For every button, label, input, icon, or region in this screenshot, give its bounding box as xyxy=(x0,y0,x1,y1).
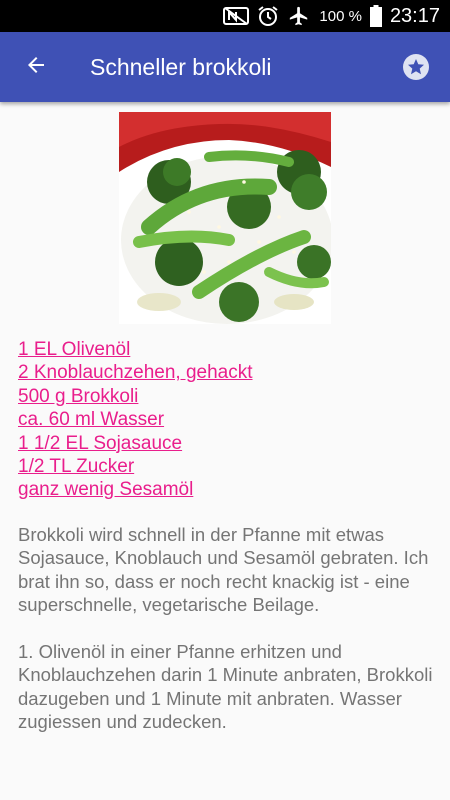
ingredient-link[interactable]: 1 EL Olivenöl xyxy=(18,339,130,360)
recipe-content: 1 EL Olivenöl 2 Knoblauchzehen, gehackt … xyxy=(0,102,450,800)
ingredient-link[interactable]: 1 1/2 EL Sojasauce xyxy=(18,433,182,454)
ingredient-link[interactable]: 500 g Brokkoli xyxy=(18,386,138,407)
alarm-icon xyxy=(257,5,279,27)
ingredient-link[interactable]: ganz wenig Sesamöl xyxy=(18,479,193,500)
recipe-step: 1. Olivenöl in einer Pfanne erhitzen und… xyxy=(18,641,433,733)
clock: 23:17 xyxy=(389,4,440,27)
battery-percent: 100 % xyxy=(319,7,362,25)
list-item: 1/2 TL Zucker xyxy=(18,455,253,478)
status-bar: 100 % 23:17 xyxy=(0,0,450,32)
page-title: Schneller brokkoli xyxy=(90,54,272,80)
ingredient-link[interactable]: ca. 60 ml Wasser xyxy=(18,409,164,430)
favorite-button[interactable] xyxy=(400,51,432,83)
app-bar: Schneller brokkoli xyxy=(0,32,450,102)
list-item: 500 g Brokkoli xyxy=(18,385,253,408)
arrow-left-icon xyxy=(24,53,48,82)
battery-icon xyxy=(369,5,382,27)
nfc-icon xyxy=(223,6,250,26)
back-button[interactable] xyxy=(14,45,58,89)
recipe-description: Brokkoli wird schnell in der Pfanne mit … xyxy=(18,524,429,616)
list-item: 1 EL Olivenöl xyxy=(18,338,253,361)
ingredient-link[interactable]: 2 Knoblauchzehen, gehackt xyxy=(18,362,253,383)
recipe-image xyxy=(119,112,331,324)
list-item: 1 1/2 EL Sojasauce xyxy=(18,432,253,455)
ingredient-link[interactable]: 1/2 TL Zucker xyxy=(18,456,134,477)
list-item: ganz wenig Sesamöl xyxy=(18,478,253,501)
star-icon xyxy=(400,54,432,87)
list-item: 2 Knoblauchzehen, gehackt xyxy=(18,361,253,384)
ingredient-list: 1 EL Olivenöl 2 Knoblauchzehen, gehackt … xyxy=(18,338,253,502)
airplane-mode-icon xyxy=(287,5,311,27)
list-item: ca. 60 ml Wasser xyxy=(18,408,253,431)
